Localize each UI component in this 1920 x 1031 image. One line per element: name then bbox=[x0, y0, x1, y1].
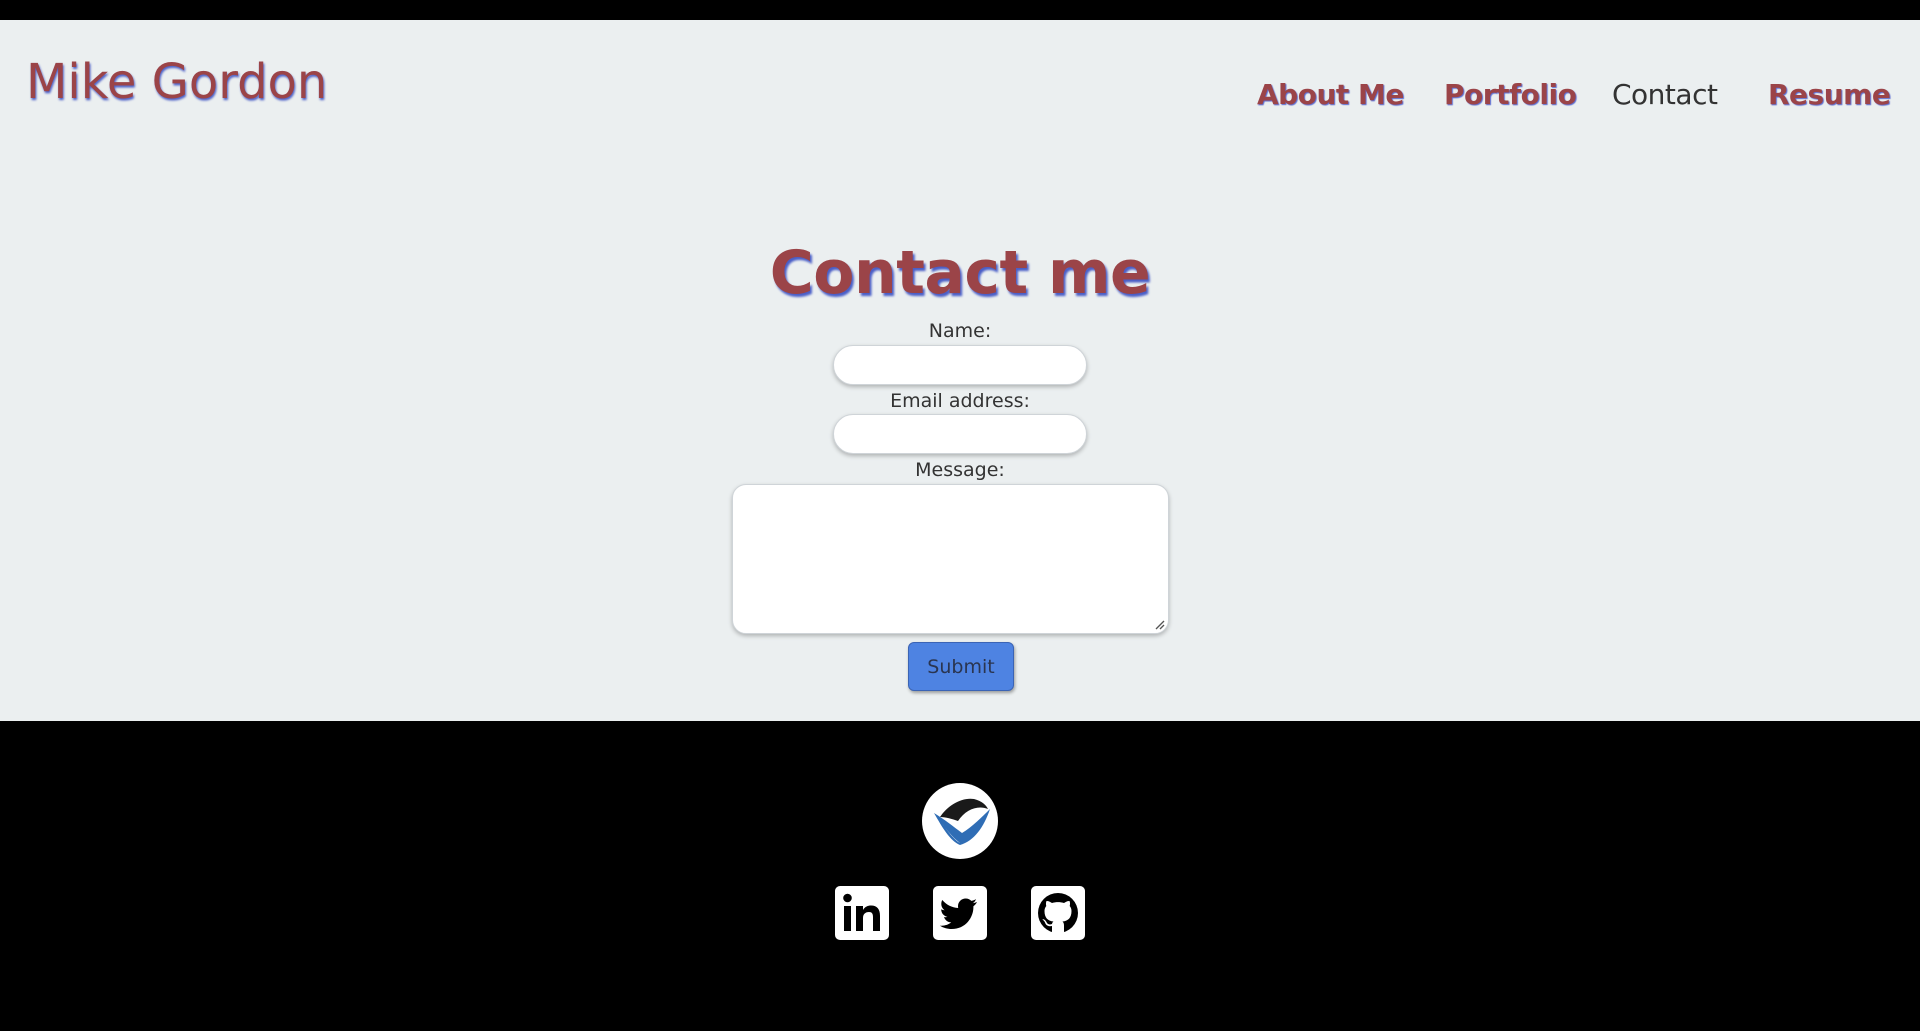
email-input[interactable] bbox=[833, 414, 1087, 454]
twitter-icon bbox=[933, 886, 987, 940]
nav-portfolio[interactable]: Portfolio bbox=[1444, 78, 1577, 111]
message-label: Message: bbox=[915, 459, 1005, 481]
email-label: Email address: bbox=[890, 390, 1030, 412]
github-icon bbox=[1031, 886, 1085, 940]
twitter-link[interactable] bbox=[933, 886, 987, 940]
resize-handle-icon[interactable] bbox=[1153, 618, 1165, 630]
nav-about-me[interactable]: About Me bbox=[1257, 78, 1404, 111]
nav-contact[interactable]: Contact bbox=[1612, 78, 1718, 111]
github-link[interactable] bbox=[1031, 886, 1085, 940]
linkedin-icon bbox=[835, 886, 889, 940]
message-textarea[interactable] bbox=[732, 484, 1169, 634]
main-section: Mike Gordon About Me Portfolio Contact R… bbox=[0, 20, 1920, 721]
nav-resume[interactable]: Resume bbox=[1768, 78, 1891, 111]
page: Mike Gordon About Me Portfolio Contact R… bbox=[0, 0, 1920, 1031]
linkedin-link[interactable] bbox=[835, 886, 889, 940]
circle-v-logo-icon[interactable] bbox=[922, 783, 998, 859]
page-title: Contact me bbox=[769, 238, 1151, 308]
name-label: Name: bbox=[928, 320, 992, 342]
submit-button[interactable]: Submit bbox=[908, 642, 1014, 691]
main-nav: About Me Portfolio Contact Resume bbox=[0, 78, 1920, 118]
top-bar bbox=[0, 0, 1920, 20]
name-input[interactable] bbox=[833, 345, 1087, 385]
footer bbox=[0, 721, 1920, 1031]
